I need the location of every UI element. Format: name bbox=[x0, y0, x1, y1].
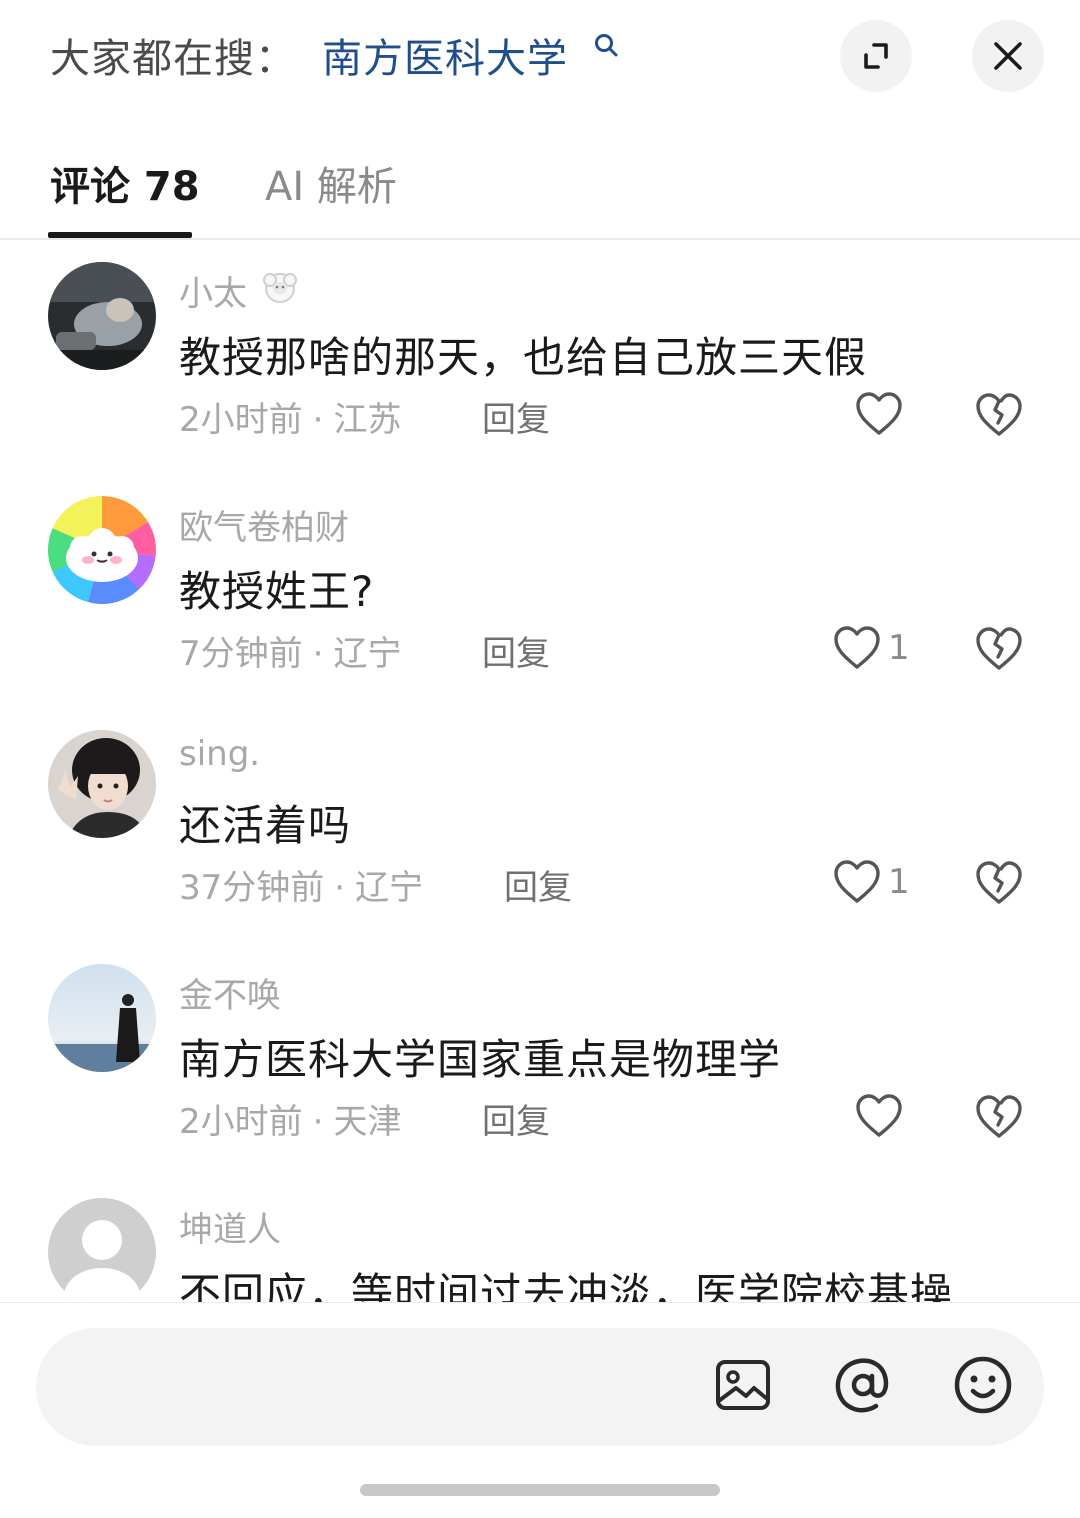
like-count: 1 bbox=[888, 628, 910, 668]
comment-time: 2小时前 bbox=[179, 400, 303, 440]
comment-input[interactable] bbox=[36, 1328, 1044, 1446]
like-button[interactable] bbox=[854, 1090, 910, 1142]
comment-username[interactable]: 金不唤 bbox=[179, 968, 281, 1017]
divider bbox=[0, 1302, 1080, 1303]
comment-location: 辽宁 bbox=[333, 634, 402, 674]
comment-meta: 37分钟前 · 辽宁 bbox=[179, 868, 424, 908]
reply-button[interactable]: 回复 bbox=[482, 626, 550, 675]
mention-icon[interactable] bbox=[832, 1354, 894, 1416]
broken-heart-icon[interactable] bbox=[974, 622, 1024, 674]
emoji-icon[interactable] bbox=[952, 1354, 1014, 1416]
comment-meta: 2小时前 · 江苏 bbox=[179, 400, 402, 440]
header: 大家都在搜： 南方医科大学 bbox=[0, 0, 1080, 112]
close-icon bbox=[994, 42, 1022, 70]
comment-item: 欧气卷柏财 教授姓王? 7分钟前 · 辽宁 回复 1 bbox=[0, 474, 1080, 708]
comment-item: 小太 教授那啥的那天，也给自己放三天假 2小时前 · 江苏 回复 bbox=[0, 240, 1080, 474]
like-button[interactable]: 1 bbox=[832, 856, 910, 908]
comment-username[interactable]: 坤道人 bbox=[179, 1202, 281, 1251]
comment-location: 天津 bbox=[333, 1102, 402, 1142]
comment-text: 不回应，等时间过去冲淡，医学院校基操 bbox=[179, 1269, 954, 1302]
comment-item: 金不唤 南方医科大学国家重点是物理学 2小时前 · 天津 回复 bbox=[0, 942, 1080, 1176]
tab-bar: 评论 78 AI 解析 bbox=[0, 140, 1080, 240]
close-button[interactable] bbox=[972, 20, 1044, 92]
expand-icon bbox=[864, 43, 888, 69]
tab-comments[interactable]: 评论 78 bbox=[50, 154, 200, 212]
avatar[interactable] bbox=[48, 1198, 156, 1302]
search-prefix: 大家都在搜： bbox=[50, 36, 296, 82]
comment-location: 江苏 bbox=[333, 400, 402, 440]
image-icon[interactable] bbox=[712, 1354, 774, 1416]
reply-button[interactable]: 回复 bbox=[482, 392, 550, 441]
comment-text: 还活着吗 bbox=[179, 801, 352, 850]
comment-username[interactable]: 小太 bbox=[179, 266, 247, 315]
comments-panel: 大家都在搜： 南方医科大学 评论 78 AI 解析 小太 教授那啥的那天，也给自… bbox=[0, 0, 1080, 1518]
search-suggestion-link[interactable]: 南方医科大学 bbox=[322, 26, 568, 84]
comment-text: 教授姓王? bbox=[179, 567, 375, 616]
comment-username[interactable]: 欧气卷柏财 bbox=[179, 500, 349, 549]
comment-item: sing. 还活着吗 37分钟前 · 辽宁 回复 1 bbox=[0, 708, 1080, 942]
heart-icon bbox=[856, 1094, 902, 1137]
heart-icon bbox=[834, 860, 880, 903]
like-count: 1 bbox=[888, 862, 910, 902]
reply-button[interactable]: 回复 bbox=[504, 860, 572, 909]
like-button[interactable] bbox=[854, 388, 910, 440]
broken-heart-icon[interactable] bbox=[974, 1090, 1024, 1142]
heart-icon bbox=[856, 392, 902, 435]
avatar[interactable] bbox=[48, 496, 156, 604]
comment-list[interactable]: 小太 教授那啥的那天，也给自己放三天假 2小时前 · 江苏 回复 欧气卷柏财 教… bbox=[0, 240, 1080, 1302]
like-button[interactable]: 1 bbox=[832, 622, 910, 674]
search-icon[interactable] bbox=[593, 32, 619, 62]
avatar[interactable] bbox=[48, 964, 156, 1072]
comment-time: 7分钟前 bbox=[179, 634, 303, 674]
avatar[interactable] bbox=[48, 262, 156, 370]
comment-meta: 7分钟前 · 辽宁 bbox=[179, 634, 402, 674]
comment-text: 教授那啥的那天，也给自己放三天假 bbox=[179, 333, 868, 382]
comment-text: 南方医科大学国家重点是物理学 bbox=[179, 1035, 782, 1084]
comment-meta: 2小时前 · 天津 bbox=[179, 1102, 402, 1142]
expand-button[interactable] bbox=[840, 20, 912, 92]
broken-heart-icon[interactable] bbox=[974, 856, 1024, 908]
comment-location: 辽宁 bbox=[355, 868, 424, 908]
comment-item: 坤道人 不回应，等时间过去冲淡，医学院校基操 bbox=[0, 1176, 1080, 1302]
avatar[interactable] bbox=[48, 730, 156, 838]
heart-icon bbox=[834, 626, 880, 669]
home-indicator[interactable] bbox=[360, 1484, 720, 1496]
tab-ai-analysis[interactable]: AI 解析 bbox=[265, 154, 397, 212]
comment-time: 2小时前 bbox=[179, 1102, 303, 1142]
broken-heart-icon[interactable] bbox=[974, 388, 1024, 440]
sheep-badge-icon bbox=[263, 273, 297, 303]
comment-username[interactable]: sing. bbox=[179, 734, 260, 774]
comment-time: 37分钟前 bbox=[179, 868, 325, 908]
reply-button[interactable]: 回复 bbox=[482, 1094, 550, 1143]
